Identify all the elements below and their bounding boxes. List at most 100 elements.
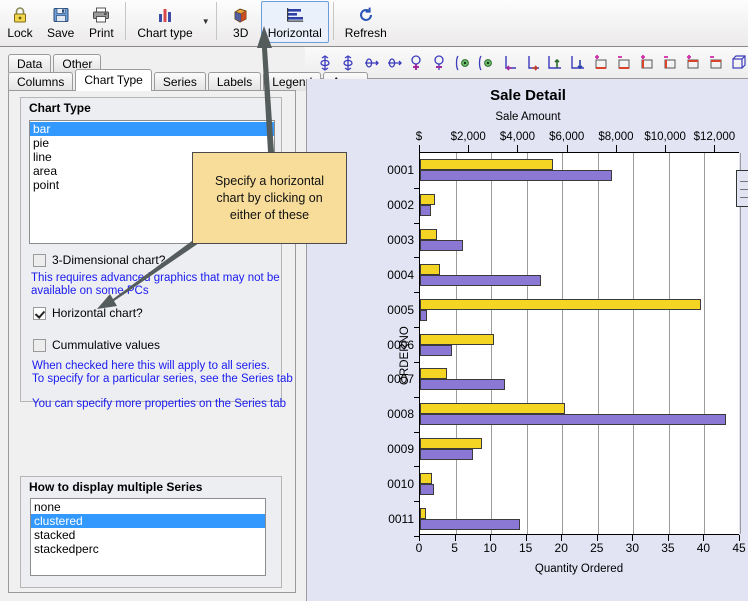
- legend-entry-dash-3: [740, 197, 748, 198]
- horizontal-button-label: Horizontal: [267, 26, 322, 40]
- add-depth-icon[interactable]: [590, 52, 612, 74]
- chart-bar: [420, 403, 566, 415]
- cummulative-values-checkbox[interactable]: [33, 338, 46, 352]
- zoom-out-icon[interactable]: [429, 52, 451, 74]
- chart-bar: [420, 344, 452, 356]
- category-label: 0008: [387, 407, 414, 422]
- chart-bar: [420, 507, 427, 519]
- tab-series[interactable]: Series: [153, 72, 206, 91]
- three-dimensional-checkbox-row[interactable]: 3-Dimensional chart?: [33, 253, 165, 267]
- bar-chart-icon: [155, 5, 175, 25]
- lock-button[interactable]: Lock: [0, 1, 40, 43]
- cummulative-hint-line2: To specify for a particular series, see …: [32, 373, 293, 385]
- bottom-axis-tick-mark: [703, 535, 705, 541]
- zoom-in-icon[interactable]: [406, 52, 428, 74]
- bottom-axis-tick-label: 0: [415, 541, 423, 555]
- perspective-right-icon[interactable]: [475, 52, 497, 74]
- series-display-option-stackedperc[interactable]: stackedperc: [31, 542, 265, 556]
- add-width-icon[interactable]: [636, 52, 658, 74]
- cummulative-values-checkbox-row[interactable]: Cummulative values: [33, 338, 160, 352]
- chart-bar: [420, 414, 726, 426]
- move-axis-down-icon[interactable]: [567, 52, 589, 74]
- category-label: 0004: [387, 267, 414, 282]
- three-dimensional-hint-line2: available on some PCs: [31, 285, 149, 297]
- category-tick-mark: [414, 536, 420, 537]
- grid-line: [597, 153, 599, 534]
- save-button-label: Save: [47, 26, 75, 40]
- chart-bar: [420, 309, 428, 321]
- chart-bar: [420, 229, 438, 241]
- chart-bar: [420, 205, 431, 217]
- grid-line: [668, 153, 670, 534]
- chart-type-option-bar[interactable]: bar: [30, 122, 274, 136]
- tab-chart-type[interactable]: Chart Type: [75, 69, 152, 91]
- horizontal-button[interactable]: Horizontal: [260, 1, 329, 43]
- remove-width-icon[interactable]: [659, 52, 681, 74]
- chart-type-option-pie[interactable]: pie: [30, 136, 274, 150]
- category-tick-mark: [414, 187, 420, 189]
- series-display-option-none[interactable]: none: [31, 500, 265, 514]
- add-height-icon[interactable]: [682, 52, 704, 74]
- refresh-button[interactable]: Refresh: [338, 1, 394, 43]
- bottom-axis-tick-mark: [561, 535, 563, 541]
- top-axis-tick-mark: [517, 145, 519, 152]
- print-button-label: Print: [89, 26, 114, 40]
- horizontal-chart-checkbox[interactable]: [33, 306, 46, 320]
- chart-bar: [420, 472, 433, 484]
- top-axis-tick-label: $4,000: [499, 131, 536, 143]
- multiple-series-group: How to display multiple Series none clus…: [20, 476, 282, 588]
- bottom-axis-tick-label: 40: [696, 541, 711, 555]
- chart-bar: [420, 437, 482, 449]
- chart-type-dropdown-arrow[interactable]: ▼: [200, 0, 212, 42]
- chart-type-group: Chart Type bar pie line area point 3-Dim…: [20, 97, 293, 410]
- series-display-option-stacked[interactable]: stacked: [31, 528, 265, 542]
- properties-panel: Data Other Columns Chart Type Series Lab…: [0, 47, 368, 601]
- category-tick-mark: [414, 292, 420, 294]
- move-axis-up-icon[interactable]: [544, 52, 566, 74]
- chart-bar: [420, 274, 541, 286]
- move-axis-left-icon[interactable]: [498, 52, 520, 74]
- cummulative-values-label: Cummulative values: [52, 338, 161, 352]
- print-button[interactable]: Print: [81, 1, 121, 43]
- series-display-option-clustered[interactable]: clustered: [31, 514, 265, 528]
- horizontal-chart-checkbox-row[interactable]: Horizontal chart?: [33, 306, 143, 320]
- category-label: 0006: [387, 337, 414, 352]
- bottom-axis-tick-label: 5: [451, 541, 458, 555]
- chart-bar: [420, 159, 553, 171]
- category-tick-mark: [414, 361, 420, 363]
- bottom-axis-tick-label: 25: [590, 541, 604, 555]
- tab-columns[interactable]: Columns: [8, 72, 74, 91]
- remove-depth-icon[interactable]: [613, 52, 635, 74]
- bottom-axis-tick-mark: [739, 535, 740, 541]
- bottom-axis-tick-mark: [667, 535, 669, 541]
- tab-labels[interactable]: Labels: [207, 72, 262, 91]
- category-tick-mark: [414, 327, 420, 329]
- three-dimensional-checkbox[interactable]: [33, 253, 46, 267]
- three-dimensional-hint-line1: This requires advanced graphics that may…: [31, 272, 280, 284]
- bottom-axis-tick-label: 30: [625, 541, 640, 555]
- chart-type-button[interactable]: Chart type: [130, 1, 199, 43]
- plot-area: ORDERNO 0001 0002 0003 0004 0005 0006 0007 0008…: [387, 152, 741, 537]
- 3d-button[interactable]: 3D: [221, 1, 261, 43]
- category-label: 0002: [387, 198, 414, 213]
- category-tick-mark: [414, 501, 420, 503]
- chart-preview-pane: Sale Detail Sale Amount $ $2,000 $4,000 $6,…: [306, 79, 748, 601]
- cube-outline-icon[interactable]: [728, 52, 748, 74]
- chart-subtitle: Sale Amount: [495, 111, 561, 123]
- chart-legend[interactable]: [736, 170, 748, 207]
- bottom-axis-tick-mark: [525, 535, 527, 541]
- rotate-horizontal-alt-icon[interactable]: [383, 52, 405, 74]
- save-button[interactable]: Save: [40, 1, 81, 43]
- top-axis-tick-label: $6,000: [549, 131, 585, 143]
- perspective-left-icon[interactable]: [452, 52, 474, 74]
- chart-bar: [420, 518, 520, 530]
- chart-bar: [420, 263, 440, 275]
- multiple-series-listbox[interactable]: none clustered stacked stackedperc: [30, 498, 266, 576]
- remove-height-icon[interactable]: [705, 52, 727, 74]
- top-axis-tick-label: $2,000: [450, 131, 486, 143]
- lock-icon: [10, 5, 30, 25]
- move-axis-right-icon[interactable]: [521, 52, 543, 74]
- three-dimensional-label: 3-Dimensional chart?: [52, 253, 166, 267]
- chart-bar: [420, 368, 448, 380]
- top-axis-tick-label: $8,000: [598, 131, 634, 143]
